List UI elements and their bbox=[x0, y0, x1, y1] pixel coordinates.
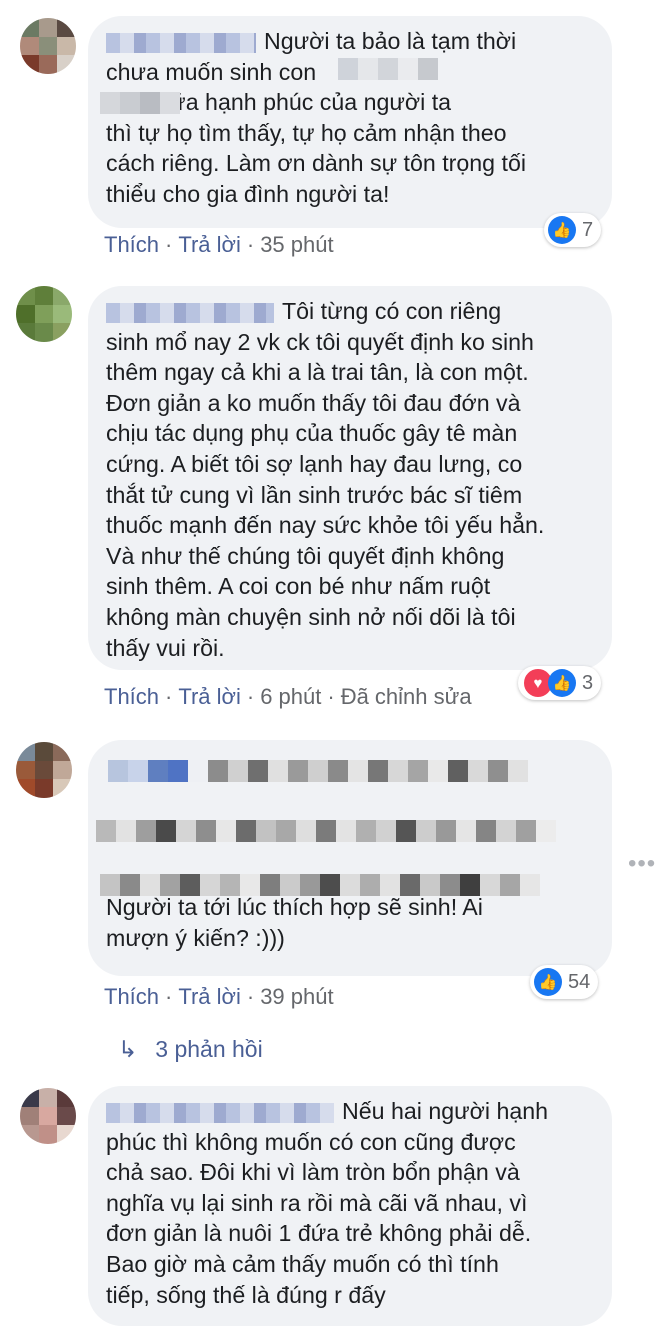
comment-text: Người ta tới lúc thích hợp sẽ sinh! Ai m… bbox=[106, 894, 483, 951]
like-icon: 👍 bbox=[548, 216, 576, 244]
comment-actions: Thích · Trả lời · 39 phút bbox=[104, 984, 334, 1009]
edited-label[interactable]: Đã chỉnh sửa bbox=[341, 684, 472, 709]
avatar[interactable] bbox=[16, 742, 72, 798]
more-options-icon[interactable]: ••• bbox=[628, 850, 656, 878]
reply-link[interactable]: Trả lời bbox=[178, 984, 241, 1009]
like-link[interactable]: Thích bbox=[104, 232, 159, 257]
reaction-summary[interactable]: 👍 7 bbox=[544, 213, 602, 247]
blurred-text bbox=[108, 760, 528, 782]
avatar[interactable] bbox=[16, 286, 72, 342]
reply-arrow-icon: ↳ bbox=[118, 1036, 138, 1062]
comment-text: Nếu hai người hạnh phúc thì không muốn c… bbox=[106, 1098, 549, 1308]
blurred-text bbox=[96, 820, 556, 842]
commenter-name-blurred[interactable] bbox=[106, 32, 256, 53]
reaction-count: 3 bbox=[582, 671, 594, 694]
blurred-text bbox=[338, 58, 438, 80]
comment-text: Người ta bảo là tạm thời chưa muốn sinh … bbox=[106, 28, 527, 207]
like-icon: 👍 bbox=[548, 669, 576, 697]
replies-label: 3 phản hồi bbox=[155, 1036, 263, 1062]
comment-bubble: Nếu hai người hạnh phúc thì không muốn c… bbox=[88, 1086, 612, 1326]
view-replies-link[interactable]: ↳ 3 phản hồi bbox=[118, 1036, 263, 1063]
reaction-count: 7 bbox=[582, 218, 594, 241]
blurred-text bbox=[100, 92, 180, 114]
reply-link[interactable]: Trả lời bbox=[178, 684, 241, 709]
commenter-name-blurred[interactable] bbox=[106, 302, 274, 323]
comment-text: Tôi từng có con riêng sinh mổ nay 2 vk c… bbox=[106, 298, 545, 661]
timestamp[interactable]: 39 phút bbox=[260, 984, 333, 1009]
reply-link[interactable]: Trả lời bbox=[178, 232, 241, 257]
avatar[interactable] bbox=[20, 1088, 76, 1144]
comment-actions: Thích · Trả lời · 6 phút · Đã chỉnh sửa bbox=[104, 684, 472, 709]
avatar[interactable] bbox=[20, 18, 76, 74]
reaction-summary[interactable]: ♥ 👍 3 bbox=[518, 666, 602, 700]
commenter-name-blurred[interactable] bbox=[106, 1102, 334, 1123]
like-link[interactable]: Thích bbox=[104, 984, 159, 1009]
timestamp[interactable]: 6 phút bbox=[260, 684, 321, 709]
reaction-summary[interactable]: 👍 54 bbox=[530, 965, 599, 999]
comment-bubble: Tôi từng có con riêng sinh mổ nay 2 vk c… bbox=[88, 286, 612, 670]
comment-actions: Thích · Trả lời · 35 phút bbox=[104, 232, 334, 257]
comment-bubble: Người ta bảo là tạm thời chưa muốn sinh … bbox=[88, 16, 612, 228]
like-icon: 👍 bbox=[534, 968, 562, 996]
blurred-text bbox=[100, 874, 540, 896]
like-link[interactable]: Thích bbox=[104, 684, 159, 709]
timestamp[interactable]: 35 phút bbox=[260, 232, 333, 257]
reaction-count: 54 bbox=[568, 970, 591, 993]
